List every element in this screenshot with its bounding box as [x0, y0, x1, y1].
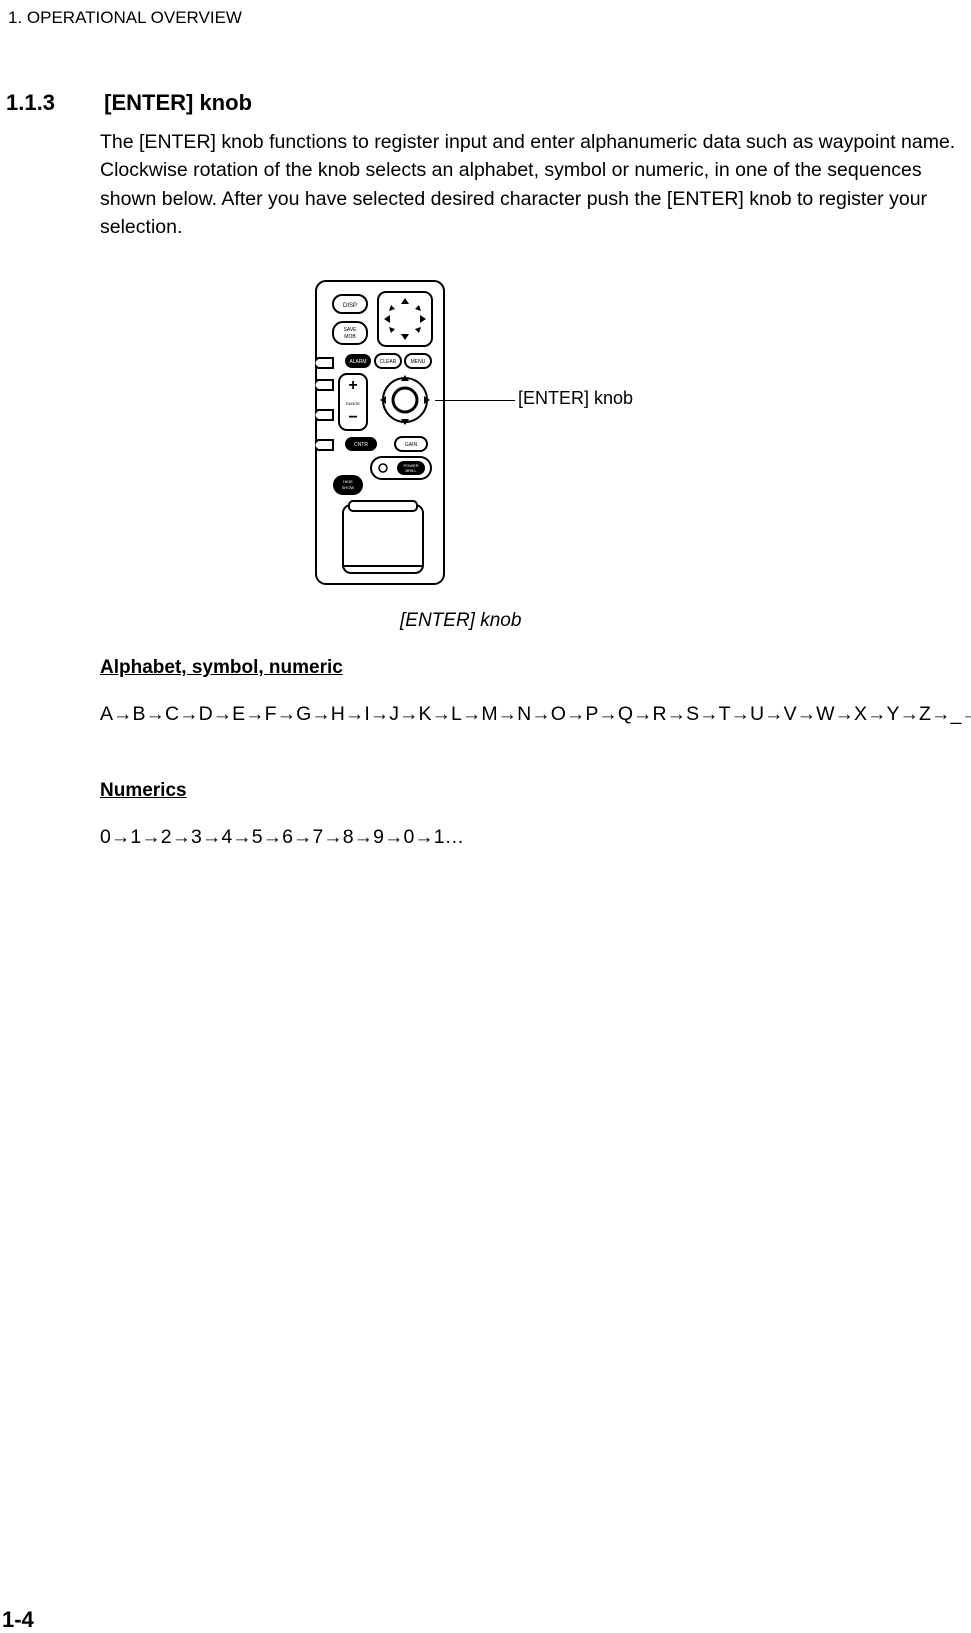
- show-label: SHOW: [342, 485, 355, 490]
- figure-caption: [ENTER] knob: [400, 610, 521, 632]
- alpha-sequence: A→B→C→D→E→F→G→H→I→J→K→L→M→N→O→P→Q→R→S→T→…: [100, 700, 970, 728]
- device-illustration: DISP SAVE MOB ALARM CLEAR MENU + RANGE −: [315, 280, 445, 585]
- brill-label: BRILL: [405, 468, 417, 473]
- callout-label: [ENTER] knob: [518, 388, 633, 409]
- callout-line: [435, 400, 515, 401]
- save-label: SAVE: [344, 327, 358, 333]
- chapter-header: 1. OPERATIONAL OVERVIEW: [8, 8, 242, 28]
- section-paragraph: The [ENTER] knob functions to register i…: [100, 128, 970, 241]
- section-title: [ENTER] knob: [104, 90, 252, 115]
- numerics-subheading: Numerics: [100, 780, 187, 802]
- plus-label: +: [348, 377, 357, 394]
- menu-label: MENU: [411, 359, 426, 365]
- gain-label: GAIN: [405, 442, 418, 448]
- section-number: 1.1.3: [6, 90, 98, 116]
- numerics-sequence: 0→1→2→3→4→5→6→7→8→9→0→1…: [100, 823, 970, 851]
- cntr-label: CNTR: [354, 442, 368, 448]
- alarm-label: ALARM: [349, 359, 366, 365]
- clear-label: CLEAR: [380, 359, 397, 365]
- page-number: 1-4: [2, 1607, 34, 1633]
- disp-label: DISP: [343, 303, 357, 309]
- alpha-subheading: Alphabet, symbol, numeric: [100, 657, 343, 679]
- hide-label: HIDE: [343, 479, 353, 484]
- mob-label: MOB: [344, 334, 356, 340]
- figure-container: DISP SAVE MOB ALARM CLEAR MENU + RANGE −: [315, 280, 715, 585]
- range-label: RANGE: [346, 401, 361, 406]
- minus-label: −: [348, 409, 357, 426]
- section-heading: 1.1.3 [ENTER] knob: [6, 90, 252, 116]
